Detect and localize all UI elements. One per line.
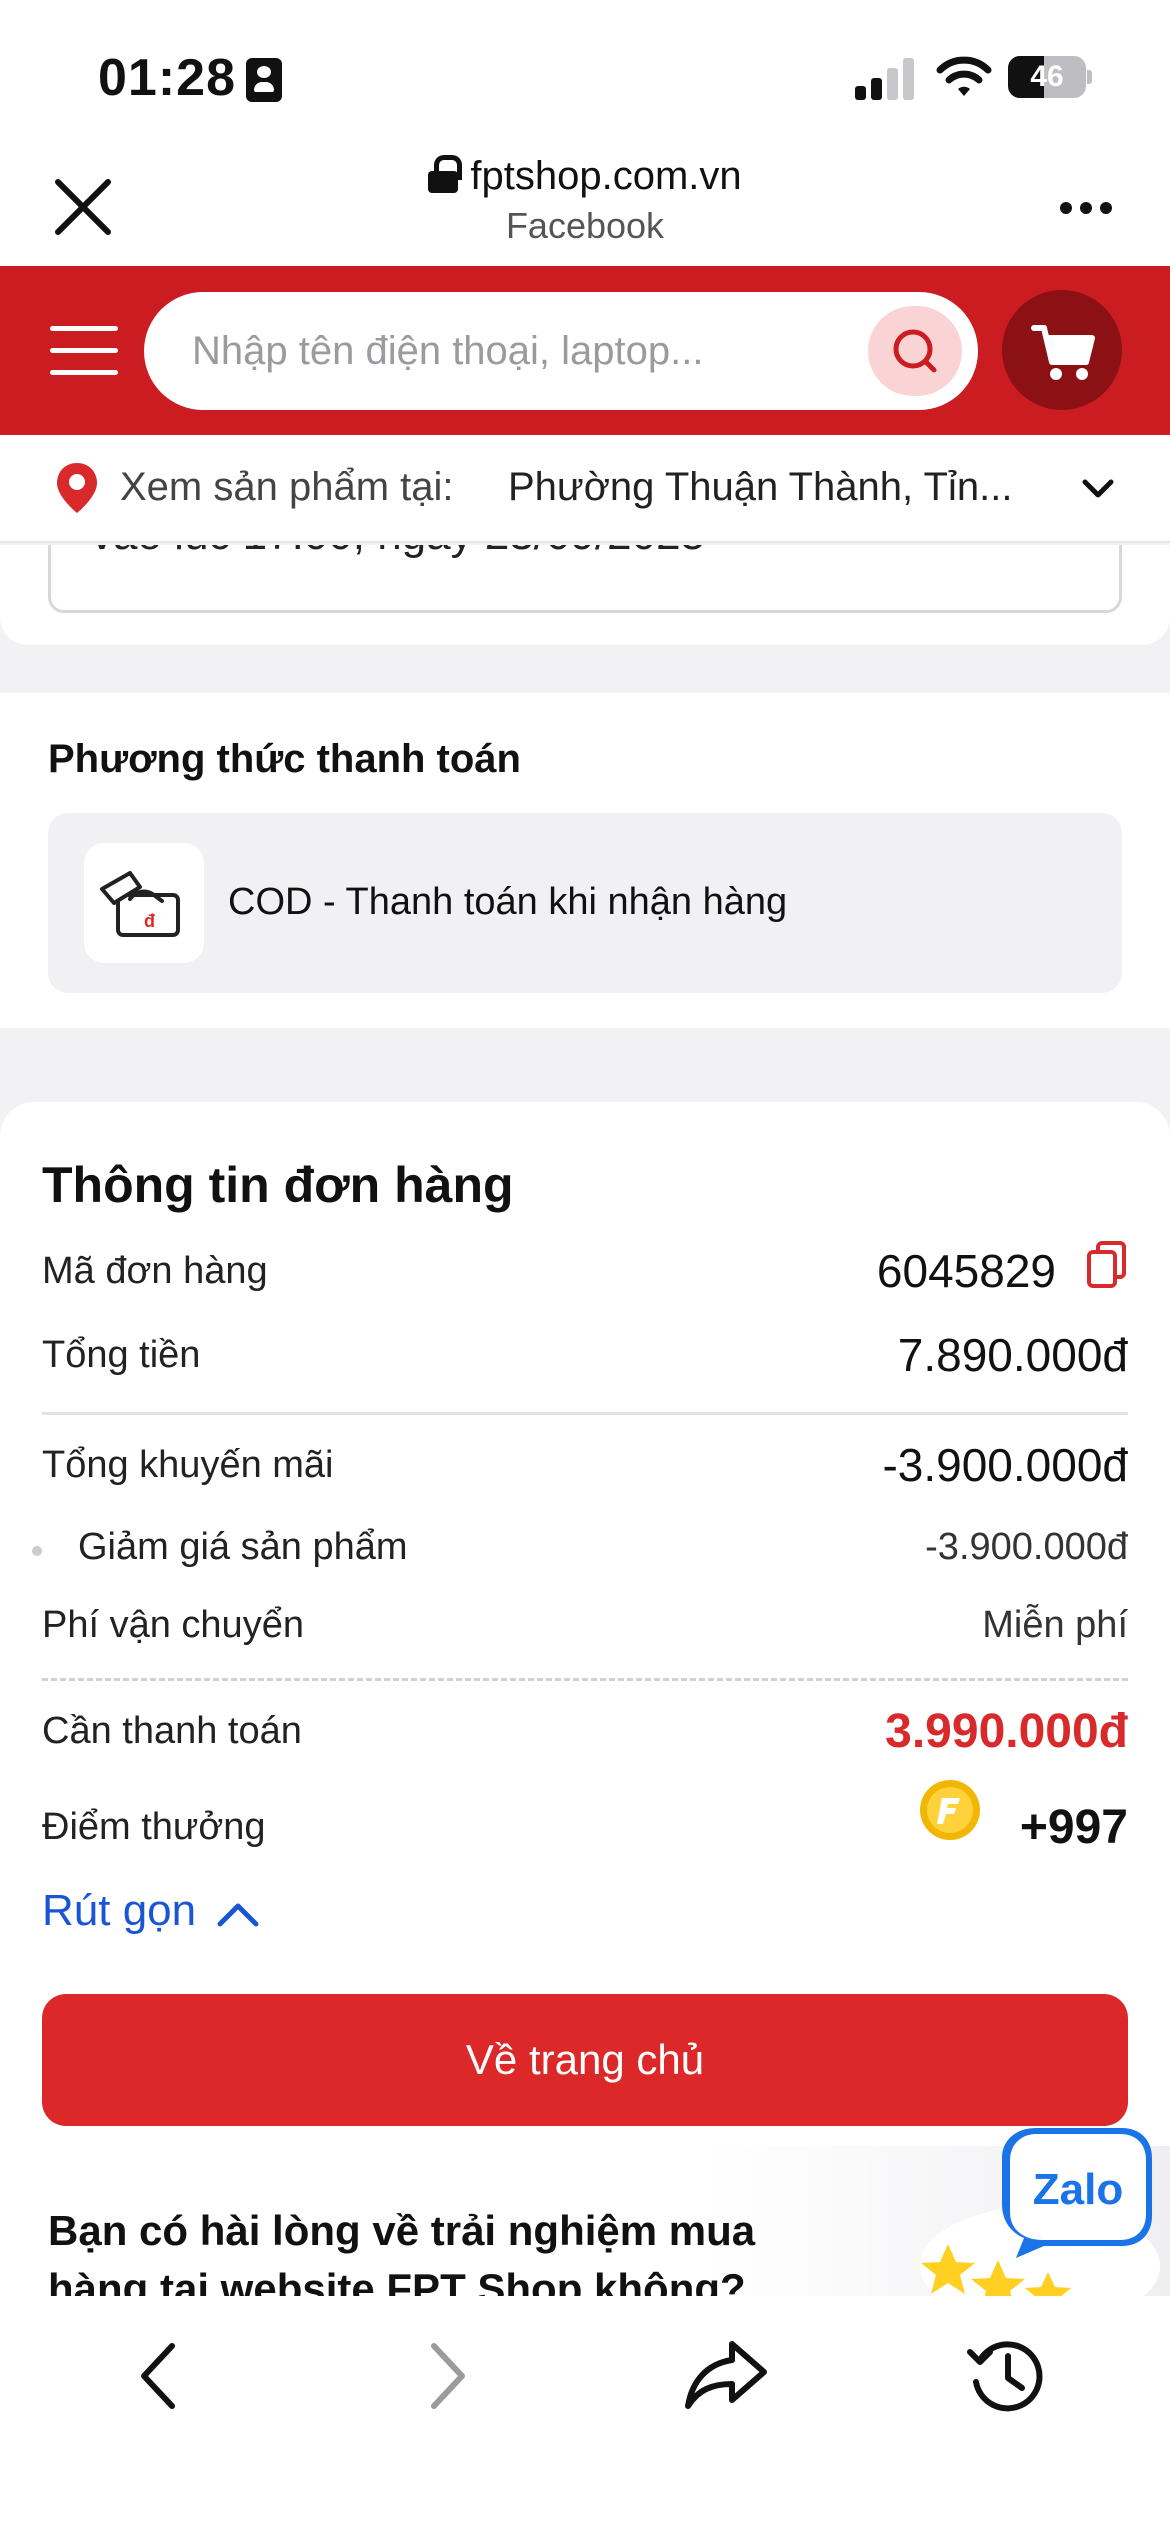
reward-points-label: Điểm thưởng (42, 1806, 266, 1848)
location-pin-icon (57, 463, 97, 513)
chevron-down-icon (1082, 479, 1114, 498)
survey-banner: Bạn có hài lòng về trải nghiệm mua hàng … (0, 2146, 1170, 2296)
bullet (32, 1546, 42, 1556)
zalo-icon: Zalo (1002, 2128, 1152, 2258)
reward-points-value: +997 (1019, 1801, 1128, 1854)
history-icon[interactable] (958, 2326, 1058, 2426)
svg-text:đ: đ (144, 911, 155, 931)
shipping-row: Phí vận chuyển Miễn phí (42, 1594, 1128, 1654)
status-bar: 01:28 46 (0, 0, 1170, 150)
zalo-chat-button[interactable]: Zalo (996, 2120, 1156, 2260)
delivery-note-box: vào lúc 17:00, ngày 23/09/2025 (48, 545, 1122, 613)
search-button[interactable] (868, 306, 962, 396)
battery-level: 46 (1030, 60, 1064, 93)
cart-button[interactable] (1002, 290, 1122, 410)
shipping-value: Miễn phí (982, 1604, 1128, 1646)
more-icon[interactable] (1060, 202, 1112, 216)
order-code-value: 6045829 (876, 1245, 1056, 1297)
dashed-divider (42, 1678, 1128, 1681)
delivery-card: vào lúc 17:00, ngày 23/09/2025 (0, 545, 1170, 645)
cart-icon (1031, 325, 1095, 380)
zalo-label: Zalo (1033, 2165, 1123, 2214)
home-button[interactable]: Về trang chủ (42, 1994, 1128, 2126)
divider (42, 1412, 1128, 1415)
coin-icon (920, 1780, 980, 1840)
amount-due-value: 3.990.000đ (885, 1705, 1128, 1758)
url-source: Facebook (505, 205, 665, 246)
payment-method-label: COD - Thanh toán khi nhận hàng (228, 881, 788, 923)
cash-payment-icon: đ (84, 843, 204, 963)
total-row: Tổng tiền 7.890.000đ (42, 1324, 1128, 1384)
amount-due-label: Cần thanh toán (42, 1710, 302, 1752)
location-selector[interactable]: Xem sản phẩm tại: Phường Thuận Thành, Tỉ… (0, 435, 1170, 543)
contact-card-icon (246, 58, 282, 102)
shipping-label: Phí vận chuyển (42, 1604, 304, 1646)
browser-toolbar (0, 2296, 1170, 2532)
amount-due-row: Cần thanh toán 3.990.000đ (42, 1700, 1128, 1760)
delivery-note-text: vào lúc 17:00, ngày 23/09/2025 (91, 545, 705, 560)
search-bar (144, 292, 978, 410)
status-time: 01:28 (98, 49, 236, 107)
location-value: Phường Thuận Thành, Tỉn... (508, 465, 1013, 509)
browser-header: fptshop.com.vn Facebook (0, 150, 1170, 266)
menu-icon[interactable] (50, 324, 118, 376)
product-discount-value: -3.900.000đ (925, 1526, 1128, 1568)
share-icon[interactable] (676, 2326, 776, 2426)
order-info-card: Thông tin đơn hàng Mã đơn hàng 6045829 T… (0, 1102, 1170, 2302)
search-icon (893, 329, 937, 373)
order-code-label: Mã đơn hàng (42, 1250, 268, 1292)
back-icon[interactable] (110, 2326, 210, 2426)
lock-icon (428, 155, 463, 193)
search-input[interactable] (192, 312, 842, 390)
total-value: 7.890.000đ (897, 1329, 1128, 1381)
payment-method-card: đ COD - Thanh toán khi nhận hàng (48, 813, 1122, 993)
url-domain: fptshop.com.vn (470, 154, 742, 198)
copy-icon[interactable] (1086, 1240, 1128, 1290)
chevron-up-icon[interactable] (214, 1896, 262, 1930)
payment-title: Phương thức thanh toán (48, 737, 521, 781)
battery-icon: 46 (1008, 56, 1092, 98)
promo-total-value: -3.900.000đ (882, 1439, 1128, 1491)
product-discount-row: Giảm giá sản phẩm -3.900.000đ (32, 1516, 1128, 1576)
signal-icon (855, 58, 914, 100)
site-header (0, 266, 1170, 435)
order-code-row: Mã đơn hàng 6045829 (42, 1240, 1128, 1300)
reward-points-row: Điểm thưởng +997 (42, 1780, 1128, 1856)
promo-total-row: Tổng khuyến mãi -3.900.000đ (42, 1434, 1128, 1494)
forward-icon[interactable] (396, 2326, 496, 2426)
collapse-link[interactable]: Rút gọn (42, 1886, 196, 1936)
promo-total-label: Tổng khuyến mãi (42, 1444, 334, 1486)
order-info-title: Thông tin đơn hàng (42, 1157, 514, 1213)
wifi-icon (936, 56, 992, 96)
product-discount-label: Giảm giá sản phẩm (78, 1526, 408, 1568)
survey-text: Bạn có hài lòng về trải nghiệm mua hàng … (48, 2207, 756, 2296)
url-display[interactable]: fptshop.com.vn Facebook (0, 154, 1170, 247)
total-label: Tổng tiền (42, 1334, 201, 1376)
location-label: Xem sản phẩm tại: (120, 465, 454, 509)
payment-section: Phương thức thanh toán đ COD - Thanh toá… (0, 693, 1170, 1028)
